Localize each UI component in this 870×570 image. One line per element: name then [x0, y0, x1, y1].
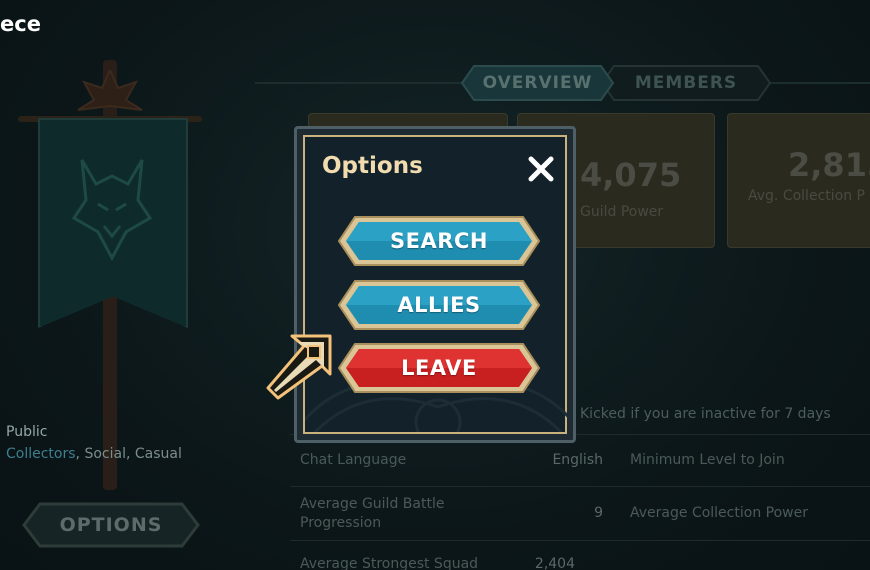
guild-power-value: 4,075 [580, 156, 682, 194]
tutorial-pointer-icon [266, 334, 332, 400]
guild-privacy: Public [6, 424, 48, 440]
wolf-emblem-icon [71, 159, 153, 262]
row-divider [290, 540, 870, 541]
guild-power-label: Guild Power [580, 204, 664, 220]
inactivity-notice: Kicked if you are inactive for 7 days [580, 406, 831, 422]
tab-members[interactable]: MEMBERS [600, 64, 772, 102]
options-modal-title: Options [322, 153, 423, 179]
avg-collection-value: 2,815 [788, 146, 870, 184]
info-value-strongest-squad: 2,404 [534, 556, 575, 570]
info-label-min-level: Minimum Level to Join [630, 452, 785, 468]
tab-overview[interactable]: OVERVIEW [460, 64, 615, 102]
info-label-chat-language: Chat Language [300, 452, 407, 468]
search-button[interactable]: SEARCH [337, 215, 541, 267]
row-divider [290, 486, 870, 487]
info-label-avg-collection: Average Collection Power [630, 505, 808, 521]
info-value-guild-battle: 9 [594, 505, 603, 521]
avg-collection-label: Avg. Collection P [748, 188, 865, 204]
banner-crest-icon [77, 70, 143, 111]
guild-options-label: OPTIONS [59, 514, 163, 536]
tab-members-label: MEMBERS [634, 73, 738, 93]
tag-link-collectors[interactable]: Collectors [6, 446, 76, 462]
leave-button-label: LEAVE [401, 356, 477, 380]
tab-overview-label: OVERVIEW [482, 73, 593, 93]
guild-tags-rest: , Social, Casual [75, 446, 182, 462]
close-icon[interactable] [525, 153, 557, 185]
allies-button[interactable]: ALLIES [337, 279, 541, 331]
stat-card-collection-power: 2,815 Avg. Collection P [727, 113, 870, 248]
info-label-strongest-squad: Average Strongest Squad [300, 556, 479, 570]
search-button-label: SEARCH [390, 229, 488, 253]
options-modal: Options SEARCH ALLIES LEAVE [294, 126, 576, 443]
info-label-guild-battle: Average Guild Battle Progression [300, 496, 445, 531]
guild-tags: Collectors, Social, Casual [6, 446, 182, 462]
leave-button[interactable]: LEAVE [337, 342, 541, 394]
allies-button-label: ALLIES [397, 293, 481, 317]
guild-name: ece [0, 12, 41, 36]
guild-options-button[interactable]: OPTIONS [22, 502, 200, 548]
info-value-chat-language: English [552, 452, 603, 468]
